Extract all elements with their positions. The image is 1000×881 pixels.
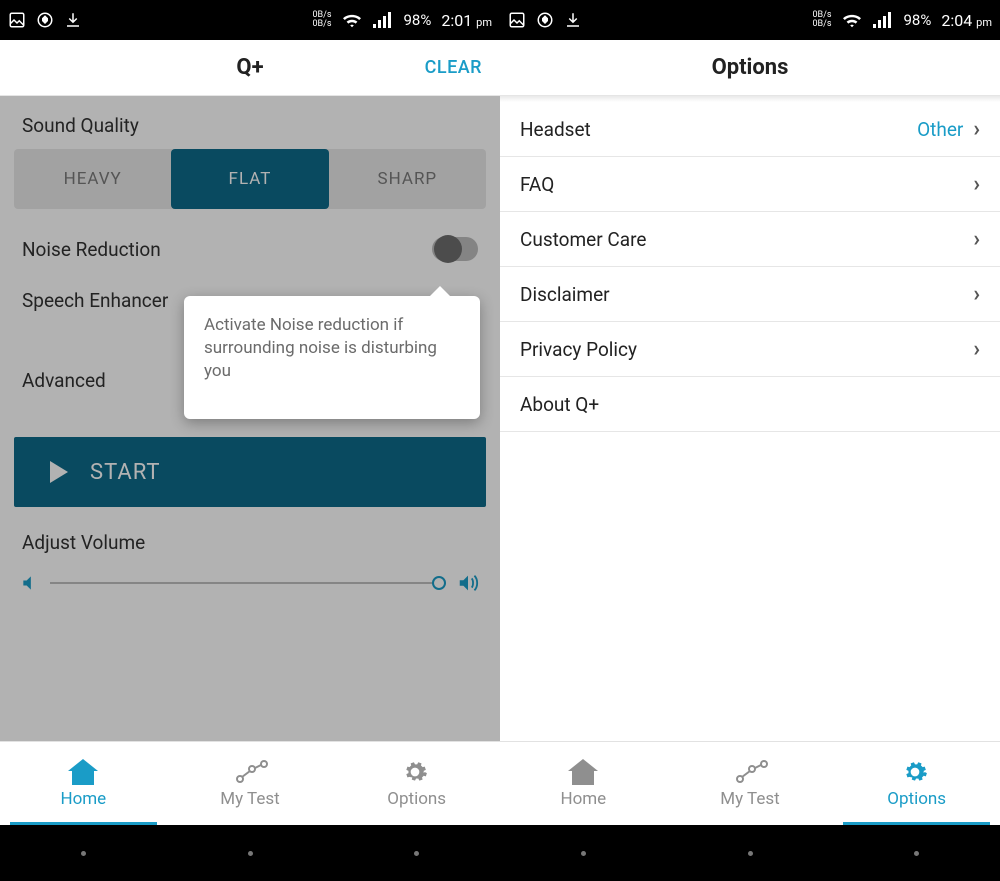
signal-icon bbox=[873, 12, 893, 28]
option-value: Other bbox=[917, 118, 963, 141]
status-bar-right: 0B/s0B/s 98% 2:04 pm bbox=[500, 0, 1000, 40]
left-screen: 0B/s0B/s 98% 2:01 pm Q+ CLEAR Sound Qual… bbox=[0, 0, 500, 825]
tab-options[interactable]: Options bbox=[333, 742, 500, 825]
tab-mytest-label: My Test bbox=[720, 789, 779, 809]
clear-button[interactable]: CLEAR bbox=[425, 57, 482, 78]
clock: 2:04 pm bbox=[941, 11, 992, 30]
tab-mytest-label: My Test bbox=[220, 789, 279, 809]
tab-home[interactable]: Home bbox=[500, 742, 667, 825]
nav-recent[interactable] bbox=[333, 825, 500, 881]
tab-home-label: Home bbox=[60, 789, 106, 809]
gear-icon bbox=[902, 759, 932, 785]
download-icon bbox=[64, 11, 82, 29]
option-privacy-policy[interactable]: Privacy Policy › bbox=[500, 322, 1000, 377]
appbar-left: Q+ CLEAR bbox=[0, 40, 500, 96]
option-headset[interactable]: Headset Other › bbox=[500, 102, 1000, 157]
chevron-right-icon: › bbox=[973, 282, 980, 307]
option-about[interactable]: About Q+ bbox=[500, 377, 1000, 432]
android-navbar bbox=[0, 825, 1000, 881]
option-label: Privacy Policy bbox=[520, 338, 637, 361]
chevron-right-icon: › bbox=[973, 172, 980, 197]
option-customer-care[interactable]: Customer Care › bbox=[500, 212, 1000, 267]
status-bar-left: 0B/s0B/s 98% 2:01 pm bbox=[0, 0, 500, 40]
battery-percent: 98% bbox=[403, 11, 431, 29]
data-rate: 0B/s0B/s bbox=[312, 11, 331, 29]
bottom-tabs-right: Home My Test Options bbox=[500, 741, 1000, 825]
tab-mytest[interactable]: My Test bbox=[167, 742, 334, 825]
option-label: Customer Care bbox=[520, 228, 646, 251]
tab-home-label: Home bbox=[560, 789, 606, 809]
image-icon bbox=[508, 11, 526, 29]
download-icon bbox=[564, 11, 582, 29]
data-rate: 0B/s0B/s bbox=[812, 11, 831, 29]
option-faq[interactable]: FAQ › bbox=[500, 157, 1000, 212]
nav-back[interactable] bbox=[500, 825, 667, 881]
tab-options[interactable]: Options bbox=[833, 742, 1000, 825]
shield-icon bbox=[536, 11, 554, 29]
image-icon bbox=[8, 11, 26, 29]
tab-options-label: Options bbox=[887, 789, 946, 809]
nav-recent[interactable] bbox=[833, 825, 1000, 881]
option-label: FAQ bbox=[520, 173, 554, 196]
options-list: Headset Other › FAQ › Customer Care › Di… bbox=[500, 102, 1000, 741]
tooltip: Activate Noise reduction if surrounding … bbox=[184, 296, 480, 419]
nav-back[interactable] bbox=[0, 825, 167, 881]
chevron-right-icon: › bbox=[973, 117, 980, 142]
appbar-title: Q+ bbox=[236, 55, 263, 80]
bottom-tabs-left: Home My Test Options bbox=[0, 741, 500, 825]
battery-percent: 98% bbox=[903, 11, 931, 29]
clock: 2:01 pm bbox=[441, 11, 492, 30]
option-label: Headset bbox=[520, 118, 591, 141]
chevron-right-icon: › bbox=[973, 227, 980, 252]
tab-options-label: Options bbox=[387, 789, 446, 809]
nav-home[interactable] bbox=[167, 825, 334, 881]
shield-icon bbox=[36, 11, 54, 29]
appbar-right: Options bbox=[500, 40, 1000, 96]
tab-home[interactable]: Home bbox=[0, 742, 167, 825]
tab-mytest[interactable]: My Test bbox=[667, 742, 834, 825]
mytest-icon bbox=[735, 759, 765, 785]
signal-icon bbox=[373, 12, 393, 28]
home-icon bbox=[68, 759, 98, 785]
chevron-right-icon: › bbox=[973, 337, 980, 362]
right-screen: 0B/s0B/s 98% 2:04 pm Options Headset Oth… bbox=[500, 0, 1000, 825]
option-disclaimer[interactable]: Disclaimer › bbox=[500, 267, 1000, 322]
appbar-title: Options bbox=[712, 55, 789, 80]
option-label: About Q+ bbox=[520, 393, 599, 416]
wifi-icon bbox=[841, 11, 863, 29]
mytest-icon bbox=[235, 759, 265, 785]
gear-icon bbox=[402, 759, 432, 785]
option-label: Disclaimer bbox=[520, 283, 610, 306]
home-icon bbox=[568, 759, 598, 785]
nav-home[interactable] bbox=[667, 825, 834, 881]
wifi-icon bbox=[341, 11, 363, 29]
